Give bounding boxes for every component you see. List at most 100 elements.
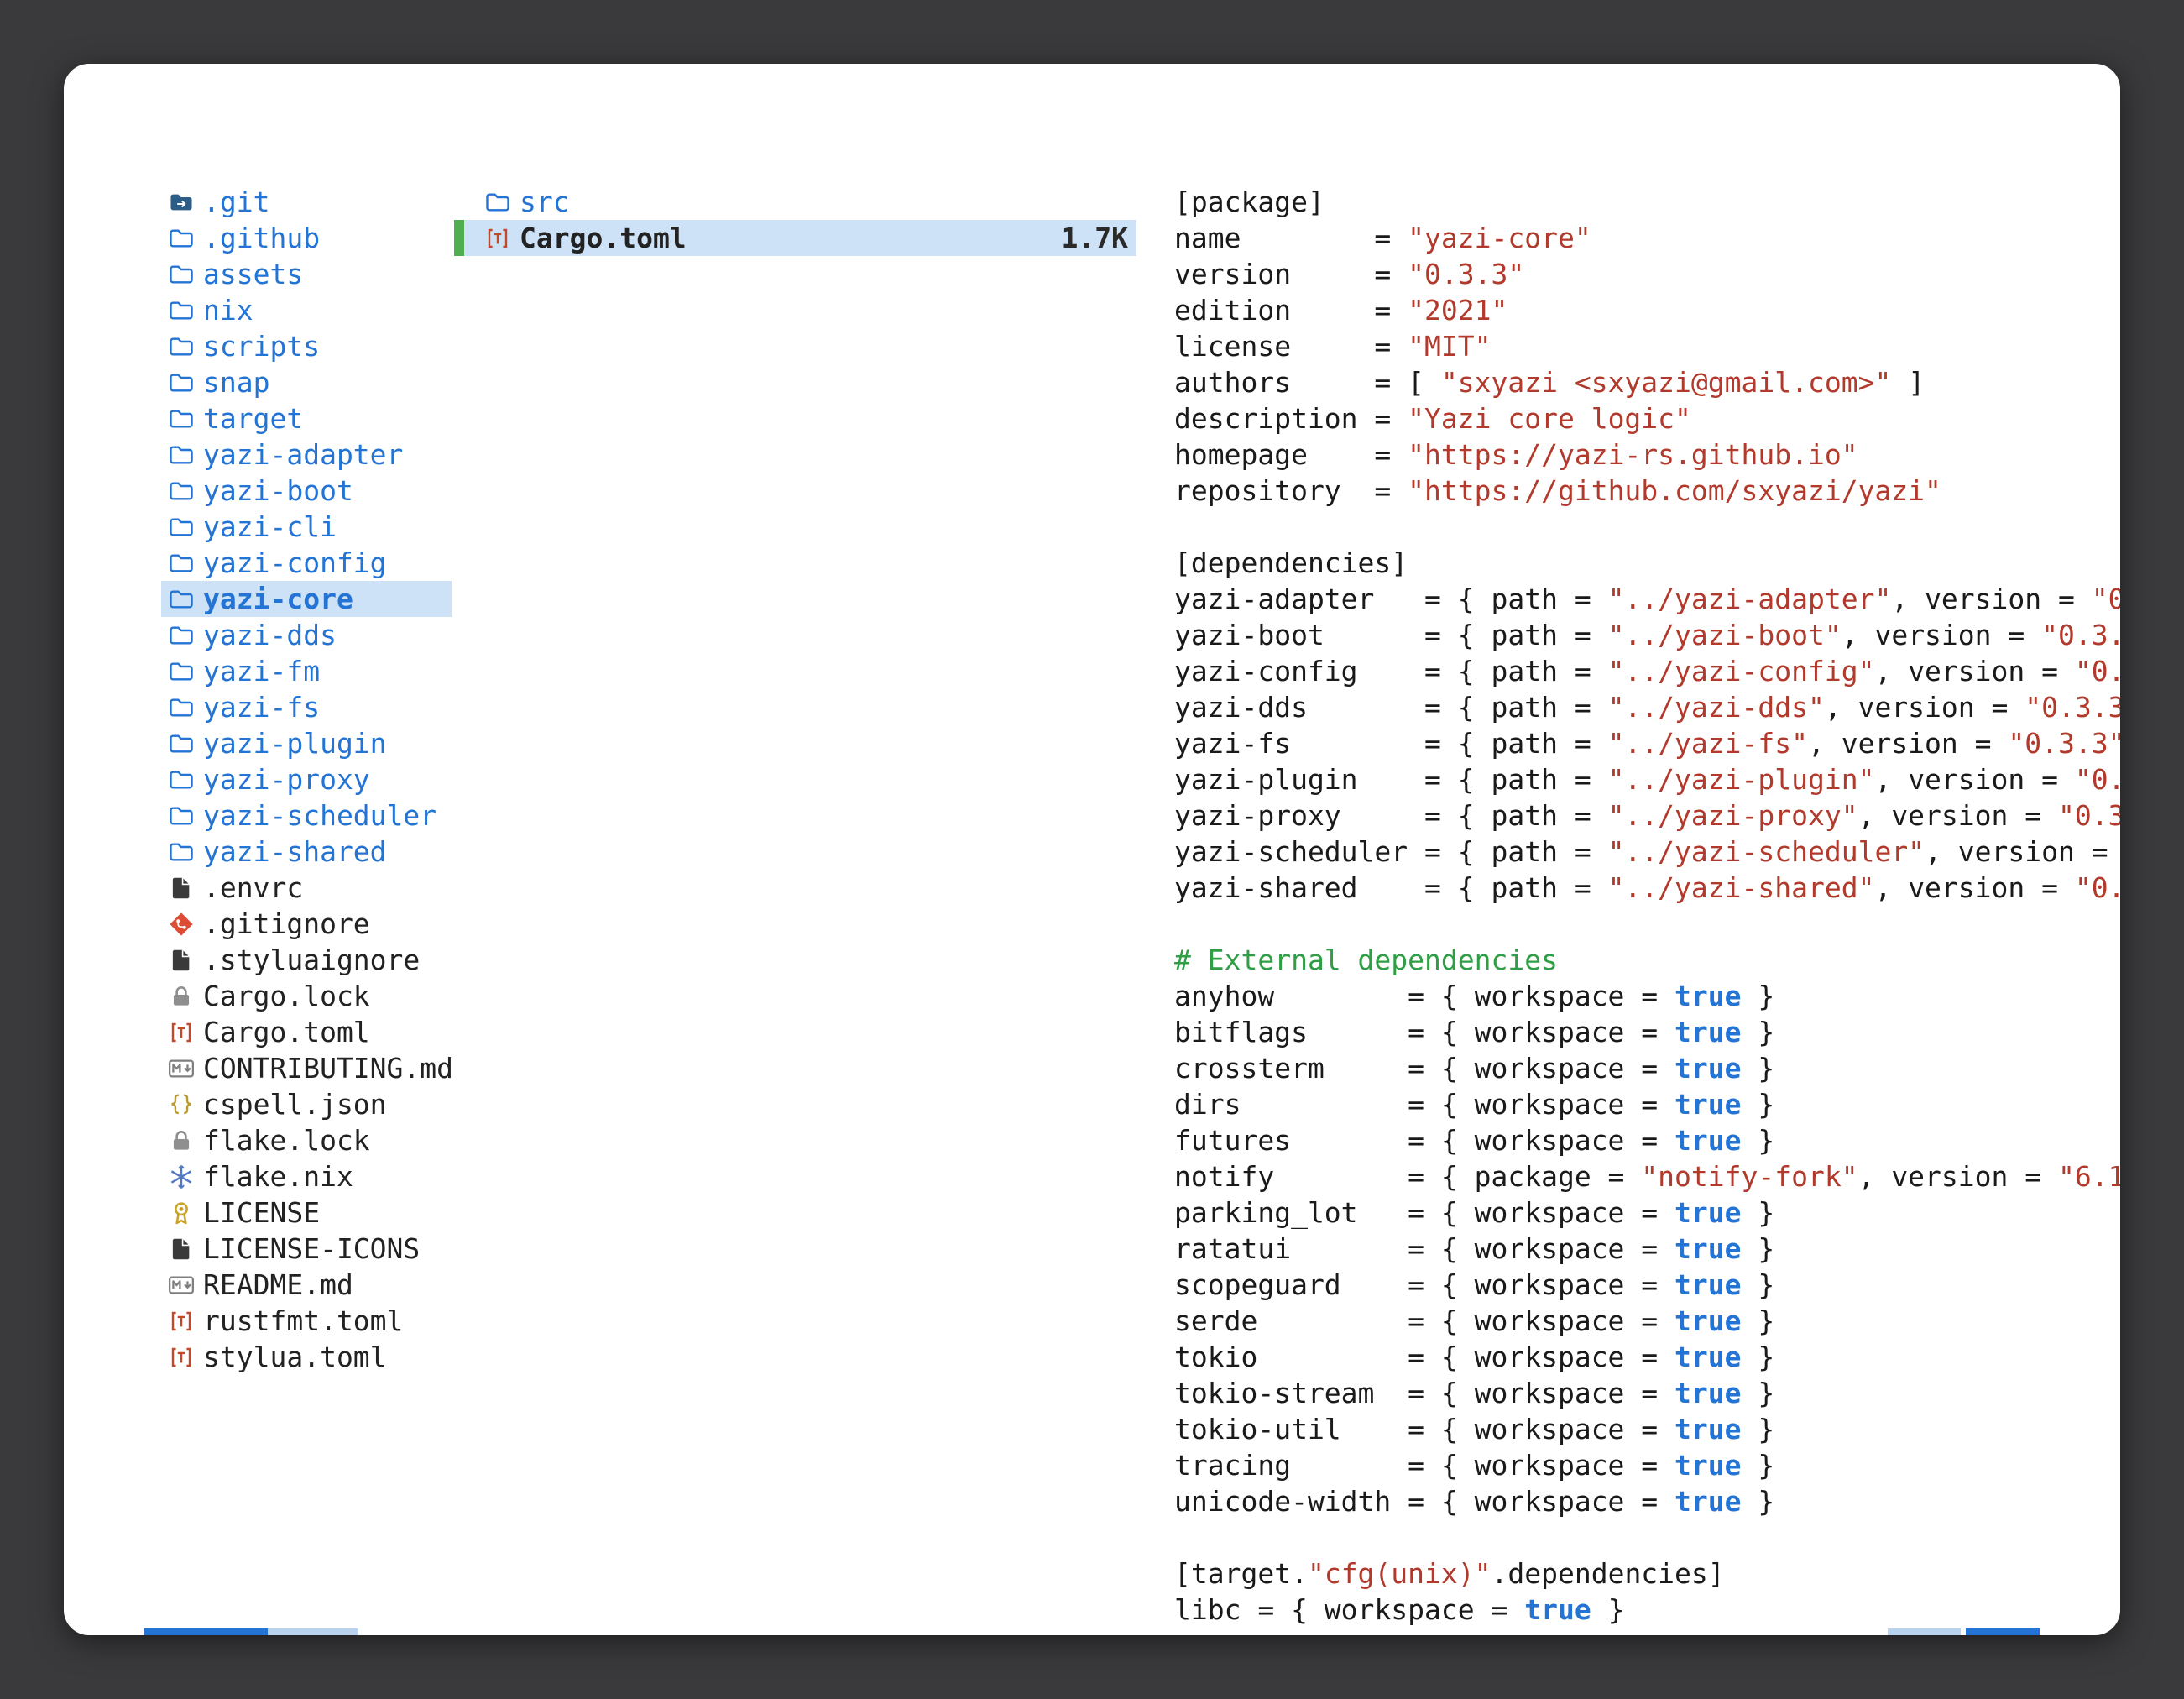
folder-icon	[168, 225, 195, 252]
file-name: yazi-dds	[203, 619, 337, 651]
file-row[interactable]: scripts	[161, 328, 452, 364]
file-name: .git	[203, 186, 269, 218]
md-icon	[168, 1272, 195, 1299]
file-row[interactable]: snap	[161, 364, 452, 400]
file-row[interactable]: yazi-cli	[161, 509, 452, 545]
preview-line: yazi-boot = { path = "../yazi-boot", ver…	[1174, 617, 2120, 653]
preview-line: crossterm = { workspace = true }	[1174, 1050, 2120, 1086]
file-row[interactable]: assets	[161, 256, 452, 292]
file-name: flake.lock	[203, 1124, 370, 1157]
file-row[interactable]: .gitignore	[161, 906, 452, 942]
preview-line: edition = "2021"	[1174, 292, 2120, 328]
file-row[interactable]: yazi-boot	[161, 473, 452, 509]
preview-line: futures = { workspace = true }	[1174, 1122, 2120, 1158]
preview-line: tokio-util = { workspace = true }	[1174, 1411, 2120, 1447]
file-name: LICENSE	[203, 1196, 320, 1229]
file-row[interactable]: yazi-shared	[161, 834, 452, 870]
file-permissions: -rw-r--r--	[1695, 1631, 1863, 1636]
preview-line: tracing = { workspace = true }	[1174, 1447, 2120, 1483]
license-icon	[168, 1200, 195, 1226]
parent-pane: .git .github assets nix scripts	[161, 184, 452, 1375]
file-name: yazi-config	[203, 546, 387, 579]
file-name: .github	[203, 222, 320, 254]
file-name: yazi-proxy	[203, 763, 370, 796]
file-row[interactable]: yazi-proxy	[161, 761, 452, 797]
file-row[interactable]: LICENSE-ICONS	[161, 1231, 452, 1267]
folder-icon	[168, 802, 195, 829]
file-row[interactable]: .envrc	[161, 870, 452, 906]
preview-line: tokio = { workspace = true }	[1174, 1339, 2120, 1375]
file-row[interactable]: yazi-dds	[161, 617, 452, 653]
file-row[interactable]: rustfmt.toml	[161, 1303, 452, 1339]
folder-icon	[168, 369, 195, 396]
folder-icon	[484, 189, 511, 216]
folder-icon	[168, 405, 195, 432]
folder-icon	[168, 586, 195, 613]
file-name: CONTRIBUTING.md	[203, 1052, 453, 1085]
file-row[interactable]: nix	[161, 292, 452, 328]
current-pane: src Cargo.toml 1.7K	[454, 184, 1136, 256]
folder-icon	[168, 694, 195, 721]
selection-bar	[454, 220, 464, 256]
preview-line: version = "0.3.3"	[1174, 256, 2120, 292]
file-row[interactable]: README.md	[161, 1267, 452, 1303]
preview-line: yazi-config = { path = "../yazi-config",…	[1174, 653, 2120, 689]
file-row[interactable]: src	[454, 184, 1136, 220]
file-row[interactable]: yazi-fm	[161, 653, 452, 689]
file-name: yazi-adapter	[203, 438, 403, 471]
file-name: target	[203, 402, 303, 435]
file-name: yazi-cli	[203, 510, 337, 543]
preview-line: yazi-dds = { path = "../yazi-dds", versi…	[1174, 689, 2120, 725]
nix-icon	[168, 1163, 195, 1190]
file-row[interactable]: Cargo.toml 1.7K	[454, 220, 1136, 256]
file-row[interactable]: flake.lock	[161, 1122, 452, 1158]
preview-line: [target."cfg(unix)".dependencies]	[1174, 1555, 2120, 1592]
file-row[interactable]: cspell.json	[161, 1086, 452, 1122]
preview-line: libc = { workspace = true }	[1174, 1592, 2120, 1628]
file-row[interactable]: .github	[161, 220, 452, 256]
file-name: yazi-core	[203, 583, 353, 615]
file-row[interactable]: Cargo.lock	[161, 978, 452, 1014]
file-name: assets	[203, 258, 303, 290]
git-icon	[168, 911, 195, 938]
file-row[interactable]: .git	[161, 184, 452, 220]
file-row[interactable]: yazi-scheduler	[161, 797, 452, 834]
file-name: yazi-fs	[203, 691, 320, 724]
folder-icon	[168, 658, 195, 685]
mode-indicator: NORMAL	[144, 1628, 268, 1635]
preview-line	[1174, 906, 2120, 942]
status-bar: NORMAL 1.7K Cargo.toml -rw-r--r-- Bot 2/…	[144, 1628, 2040, 1635]
file-row[interactable]: target	[161, 400, 452, 437]
file-row[interactable]: stylua.toml	[161, 1339, 452, 1375]
file-name: Cargo.toml	[203, 1016, 370, 1048]
file-name: .styluaignore	[203, 944, 420, 976]
file-name: scripts	[203, 330, 320, 363]
file-row[interactable]: yazi-plugin	[161, 725, 452, 761]
file-row[interactable]: yazi-config	[161, 545, 452, 581]
folder-icon	[168, 550, 195, 577]
file-row[interactable]: Cargo.toml	[161, 1014, 452, 1050]
file-size: 1.7K	[1062, 222, 1136, 254]
preview-line	[1174, 509, 2120, 545]
file-row[interactable]: CONTRIBUTING.md	[161, 1050, 452, 1086]
file-row[interactable]: .styluaignore	[161, 942, 452, 978]
folder-icon	[168, 622, 195, 649]
file-name: cspell.json	[203, 1088, 387, 1121]
folder-icon	[168, 261, 195, 288]
file-row[interactable]: flake.nix	[161, 1158, 452, 1195]
preview-line: ratatui = { workspace = true }	[1174, 1231, 2120, 1267]
preview-line: notify = { package = "notify-fork", vers…	[1174, 1158, 2120, 1195]
preview-line: yazi-proxy = { path = "../yazi-proxy", v…	[1174, 797, 2120, 834]
preview-line: yazi-shared = { path = "../yazi-shared",…	[1174, 870, 2120, 906]
preview-line: license = "MIT"	[1174, 328, 2120, 364]
file-row[interactable]: yazi-adapter	[161, 437, 452, 473]
file-row[interactable]: LICENSE	[161, 1195, 452, 1231]
file-row[interactable]: yazi-core	[161, 581, 452, 617]
file-row[interactable]: yazi-fs	[161, 689, 452, 725]
preview-line: unicode-width = { workspace = true }	[1174, 1483, 2120, 1519]
preview-pane: [package]name = "yazi-core"version = "0.…	[1174, 184, 2120, 1628]
file-name: yazi-boot	[203, 474, 353, 507]
file-name: snap	[203, 366, 269, 399]
preview-line: yazi-adapter = { path = "../yazi-adapter…	[1174, 581, 2120, 617]
preview-line: tokio-stream = { workspace = true }	[1174, 1375, 2120, 1411]
